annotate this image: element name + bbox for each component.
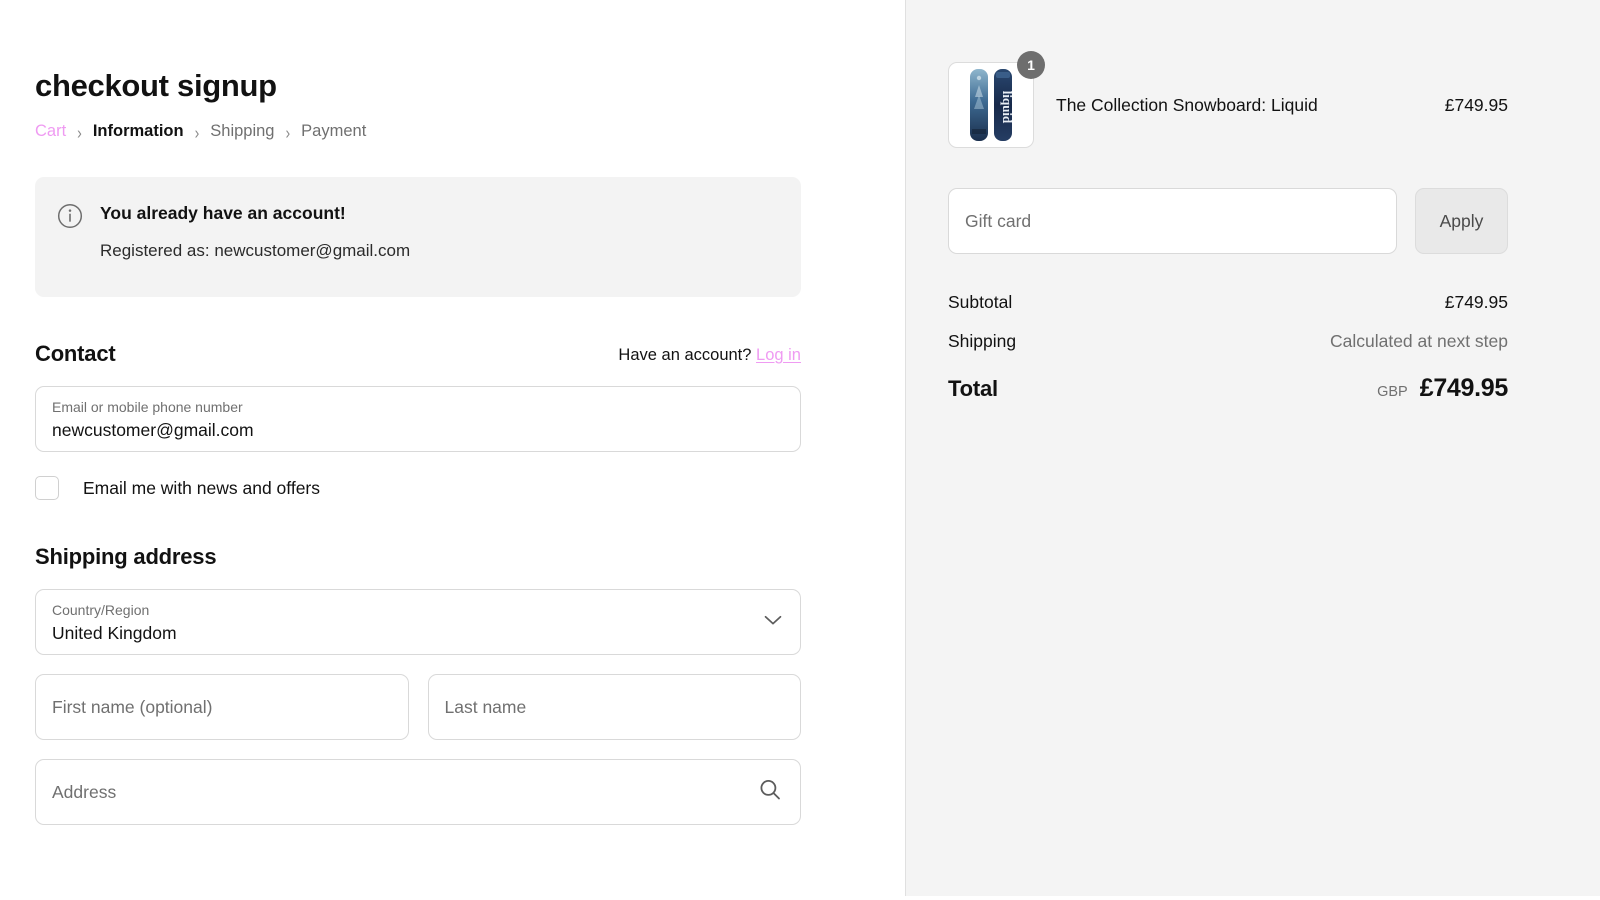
chevron-down-icon[interactable] [764, 613, 782, 631]
breadcrumb-item-cart[interactable]: Cart [35, 122, 66, 141]
account-exists-banner: You already have an account! Registered … [35, 177, 801, 297]
newsletter-checkbox-label: Email me with news and offers [83, 478, 320, 499]
checkout-page: checkout signup Cart › Information › Shi… [0, 0, 1600, 900]
grand-total-label: Total [948, 376, 998, 402]
apply-gift-card-button[interactable]: Apply [1415, 188, 1508, 254]
contact-section-header: Contact Have an account? Log in [35, 341, 801, 367]
email-field[interactable]: Email or mobile phone number newcustomer… [35, 386, 801, 452]
grand-total-row: Total GBP £749.95 [948, 374, 1508, 403]
newsletter-checkbox-row[interactable]: Email me with news and offers [35, 476, 801, 500]
info-circle-icon [57, 203, 83, 229]
grand-total-currency: GBP [1377, 384, 1408, 400]
first-name-field[interactable]: First name (optional) [35, 674, 409, 740]
country-region-label: Country/Region [52, 601, 784, 619]
totals-block: Subtotal £749.95 Shipping Calculated at … [948, 292, 1508, 403]
search-icon[interactable] [758, 778, 782, 807]
email-field-value: newcustomer@gmail.com [52, 417, 784, 443]
newsletter-checkbox[interactable] [35, 476, 59, 500]
address-placeholder: Address [52, 782, 116, 803]
page-title: checkout signup [35, 0, 801, 104]
svg-text:liquid: liquid [1000, 91, 1015, 124]
shipping-address-section-header: Shipping address [35, 544, 801, 570]
banner-text-block: You already have an account! Registered … [100, 201, 410, 263]
gift-card-placeholder: Gift card [965, 211, 1031, 232]
last-name-placeholder: Last name [445, 697, 527, 718]
gift-card-input[interactable]: Gift card [948, 188, 1397, 254]
shipping-row: Shipping Calculated at next step [948, 331, 1508, 352]
checkout-form-pane: checkout signup Cart › Information › Shi… [0, 0, 906, 900]
banner-subtitle: Registered as: newcustomer@gmail.com [100, 239, 410, 263]
banner-title: You already have an account! [100, 201, 410, 225]
subtotal-row: Subtotal £749.95 [948, 292, 1508, 313]
breadcrumb-item-shipping[interactable]: Shipping [210, 122, 274, 141]
last-name-field[interactable]: Last name [428, 674, 802, 740]
gift-card-row: Gift card Apply [948, 188, 1508, 254]
order-summary: liquid 1 The Collection Snowboard: Liqui… [948, 0, 1508, 403]
order-summary-pane: liquid 1 The Collection Snowboard: Liqui… [906, 0, 1600, 896]
country-region-select[interactable]: Country/Region United Kingdom [35, 589, 801, 655]
breadcrumb-item-information[interactable]: Information [93, 122, 184, 141]
breadcrumb: Cart › Information › Shipping › Payment [35, 122, 801, 141]
first-name-placeholder: First name (optional) [52, 697, 212, 718]
shipping-address-heading: Shipping address [35, 544, 216, 570]
line-item: liquid 1 The Collection Snowboard: Liqui… [948, 62, 1508, 148]
name-fields-row: First name (optional) Last name [35, 674, 801, 740]
subtotal-value: £749.95 [1445, 292, 1508, 313]
shipping-value: Calculated at next step [1330, 331, 1508, 352]
breadcrumb-item-payment[interactable]: Payment [301, 122, 366, 141]
line-item-quantity-badge: 1 [1017, 51, 1045, 79]
checkout-main-form: checkout signup Cart › Information › Shi… [35, 0, 801, 825]
grand-total-amount: £749.95 [1420, 374, 1508, 403]
grand-total-amount-group: GBP £749.95 [1377, 374, 1508, 403]
email-field-label: Email or mobile phone number [52, 398, 784, 416]
address-field[interactable]: Address [35, 759, 801, 825]
shipping-label: Shipping [948, 331, 1016, 352]
line-item-title: The Collection Snowboard: Liquid [1056, 95, 1445, 116]
login-link[interactable]: Log in [756, 346, 801, 364]
have-account-prompt: Have an account? Log in [618, 346, 801, 367]
line-item-price: £749.95 [1445, 95, 1508, 116]
country-region-value: United Kingdom [52, 620, 784, 646]
subtotal-label: Subtotal [948, 292, 1012, 313]
breadcrumb-separator-icon: › [77, 122, 82, 142]
line-item-thumbnail-wrap: liquid 1 [948, 62, 1034, 148]
have-account-text: Have an account? [618, 346, 751, 364]
breadcrumb-separator-icon: › [286, 122, 291, 142]
breadcrumb-separator-icon: › [195, 122, 200, 142]
contact-heading: Contact [35, 341, 116, 367]
